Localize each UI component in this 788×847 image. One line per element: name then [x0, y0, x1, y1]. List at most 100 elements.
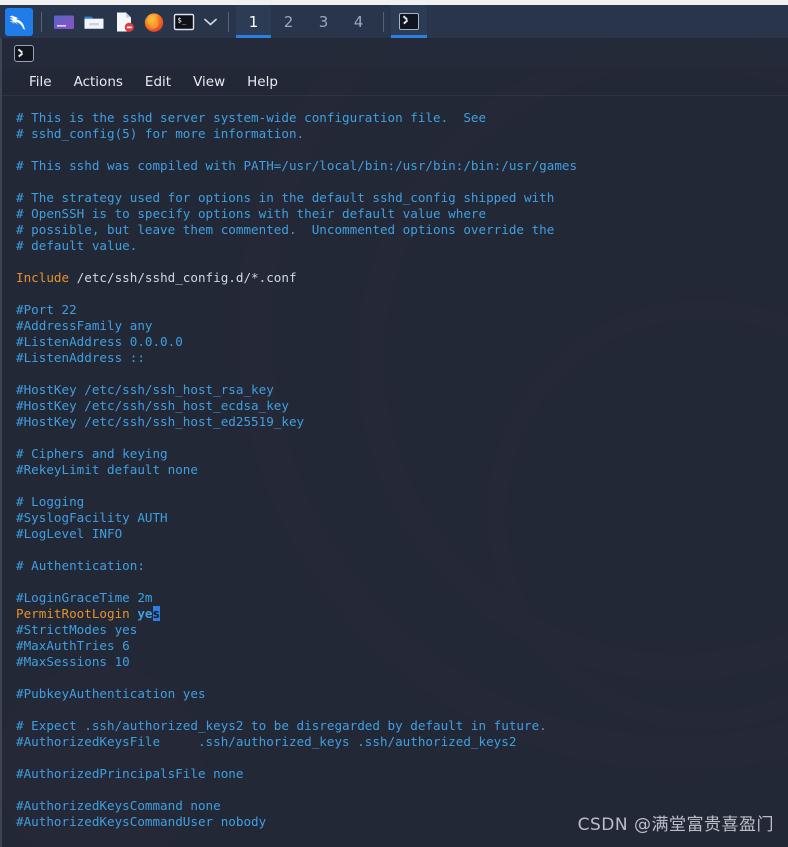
panel-separator-2 [228, 11, 229, 32]
terminal-line: # sshd_config(5) for more information. [16, 126, 788, 142]
document-icon [112, 10, 136, 34]
csdn-watermark: CSDN @满堂富贵喜盈门 [577, 815, 774, 835]
terminal-line: # OpenSSH is to specify options with the… [16, 206, 788, 222]
terminal-tab-icon[interactable] [14, 44, 34, 62]
terminal-text-comment: # possible, but leave them commented. Un… [16, 222, 555, 237]
terminal-line: #AuthorizedPrincipalsFile none [16, 766, 788, 782]
terminal-menubar: File Actions Edit View Help [2, 68, 788, 96]
terminal-text-comment: #AuthorizedKeysCommand none [16, 798, 221, 813]
menu-view[interactable]: View [182, 72, 236, 92]
terminal-line: #HostKey /etc/ssh/ssh_host_ed25519_key [16, 414, 788, 430]
terminal-text-comment: #HostKey /etc/ssh/ssh_host_ed25519_key [16, 414, 305, 429]
terminal-text-comment: # OpenSSH is to specify options with the… [16, 206, 487, 221]
terminal-line: # Ciphers and keying [16, 446, 788, 462]
terminal-line: # Authentication: [16, 558, 788, 574]
terminal-line: # possible, but leave them commented. Un… [16, 222, 788, 238]
terminal-line: #RekeyLimit default none [16, 462, 788, 478]
text-editor-button[interactable] [109, 7, 139, 37]
terminal-text-comment: #AuthorizedKeysCommandUser nobody [16, 814, 267, 829]
terminal-text-comment: # Authentication: [16, 558, 145, 573]
terminal-text-comment: #HostKey /etc/ssh/ssh_host_rsa_key [16, 382, 274, 397]
terminal-text-comment: #ListenAddress :: [16, 350, 145, 365]
panel-separator-3 [383, 11, 384, 32]
terminal-text-comment: # This is the sshd server system-wide co… [16, 110, 487, 125]
terminal-window-icon [52, 10, 76, 34]
terminal-text-path: /etc/ssh/sshd_config.d/*.conf [69, 270, 297, 285]
firefox-button[interactable] [139, 7, 169, 37]
terminal-text-comment: # sshd_config(5) for more information. [16, 126, 305, 141]
terminal-line: # This sshd was compiled with PATH=/usr/… [16, 158, 788, 174]
panel-separator-1 [41, 11, 42, 32]
terminal-line: # This is the sshd server system-wide co… [16, 110, 788, 126]
terminal-line: #MaxSessions 10 [16, 654, 788, 670]
terminal-text-comment: # Logging [16, 494, 85, 509]
terminal-text-comment: # default value. [16, 238, 138, 253]
terminal-line: # default value. [16, 238, 788, 254]
terminal-output[interactable]: # This is the sshd server system-wide co… [2, 96, 788, 847]
terminal-line: # Expect .ssh/authorized_keys2 to be dis… [16, 718, 788, 734]
kali-menu-button[interactable] [0, 7, 34, 37]
kali-menu-icon [4, 7, 33, 36]
desktop: $_ 1 2 3 4 File Actions Edit View Help #… [0, 0, 788, 847]
terminal-text-comment: #Port 22 [16, 302, 77, 317]
terminal-line: #SyslogFacility AUTH [16, 510, 788, 526]
terminal-text-val: ye [137, 606, 153, 621]
terminal-line: #AddressFamily any [16, 318, 788, 334]
workspace-switcher: 1 2 3 4 [236, 5, 376, 38]
screen-top-strip [0, 0, 788, 5]
terminal-text-comment: # Expect .ssh/authorized_keys2 to be dis… [16, 718, 547, 733]
terminal-text-comment: # This sshd was compiled with PATH=/usr/… [16, 158, 578, 173]
menu-help[interactable]: Help [236, 72, 289, 92]
firefox-icon [142, 10, 166, 34]
menu-actions[interactable]: Actions [63, 72, 134, 92]
terminal-line: #MaxAuthTries 6 [16, 638, 788, 654]
terminal-text-comment: #RekeyLimit default none [16, 462, 198, 477]
terminal-launcher-button[interactable]: $_ [169, 7, 199, 37]
terminal-text-comment: #SyslogFacility AUTH [16, 510, 168, 525]
more-apps-button[interactable] [199, 7, 221, 37]
file-manager-button[interactable] [79, 7, 109, 37]
terminal-line: #AuthorizedKeysFile .ssh/authorized_keys… [16, 734, 788, 750]
terminal-text-comment: #HostKey /etc/ssh/ssh_host_ecdsa_key [16, 398, 289, 413]
terminal-icon: $_ [172, 10, 196, 34]
chevron-down-icon [201, 11, 219, 33]
window-switcher-button[interactable] [49, 7, 79, 37]
terminal-tabbar [2, 38, 788, 68]
terminal-line: #HostKey /etc/ssh/ssh_host_ecdsa_key [16, 398, 788, 414]
terminal-line: #HostKey /etc/ssh/ssh_host_rsa_key [16, 382, 788, 398]
terminal-line: # Logging [16, 494, 788, 510]
workspace-1[interactable]: 1 [236, 5, 271, 38]
terminal-text-comment: #AuthorizedPrincipalsFile none [16, 766, 244, 781]
terminal-text-key: Include [16, 270, 70, 285]
terminal-text-key: PermitRootLogin [16, 606, 130, 621]
terminal-line: #LogLevel INFO [16, 526, 788, 542]
terminal-line: #PubkeyAuthentication yes [16, 686, 788, 702]
terminal-text-comment: #MaxAuthTries 6 [16, 638, 130, 653]
window-task-list [391, 5, 427, 38]
workspace-4[interactable]: 4 [341, 5, 376, 38]
workspace-2[interactable]: 2 [271, 5, 306, 38]
terminal-text-comment: #ListenAddress 0.0.0.0 [16, 334, 183, 349]
terminal-line: #LoginGraceTime 2m [16, 590, 788, 606]
task-button-terminal[interactable] [391, 5, 427, 38]
terminal-text-comment: # Ciphers and keying [16, 446, 168, 461]
terminal-text-comment: #LoginGraceTime 2m [16, 590, 153, 605]
terminal-text-comment: #StrictModes yes [16, 622, 138, 637]
terminal-text-comment: #AddressFamily any [16, 318, 153, 333]
menu-edit[interactable]: Edit [134, 72, 182, 92]
terminal-line: #Port 22 [16, 302, 788, 318]
terminal-line: Include /etc/ssh/sshd_config.d/*.conf [16, 270, 788, 286]
terminal-task-icon [399, 13, 419, 30]
terminal-line: PermitRootLogin yes [16, 606, 788, 622]
terminal-line: # The strategy used for options in the d… [16, 190, 788, 206]
menu-file[interactable]: File [18, 72, 63, 92]
workspace-3[interactable]: 3 [306, 5, 341, 38]
